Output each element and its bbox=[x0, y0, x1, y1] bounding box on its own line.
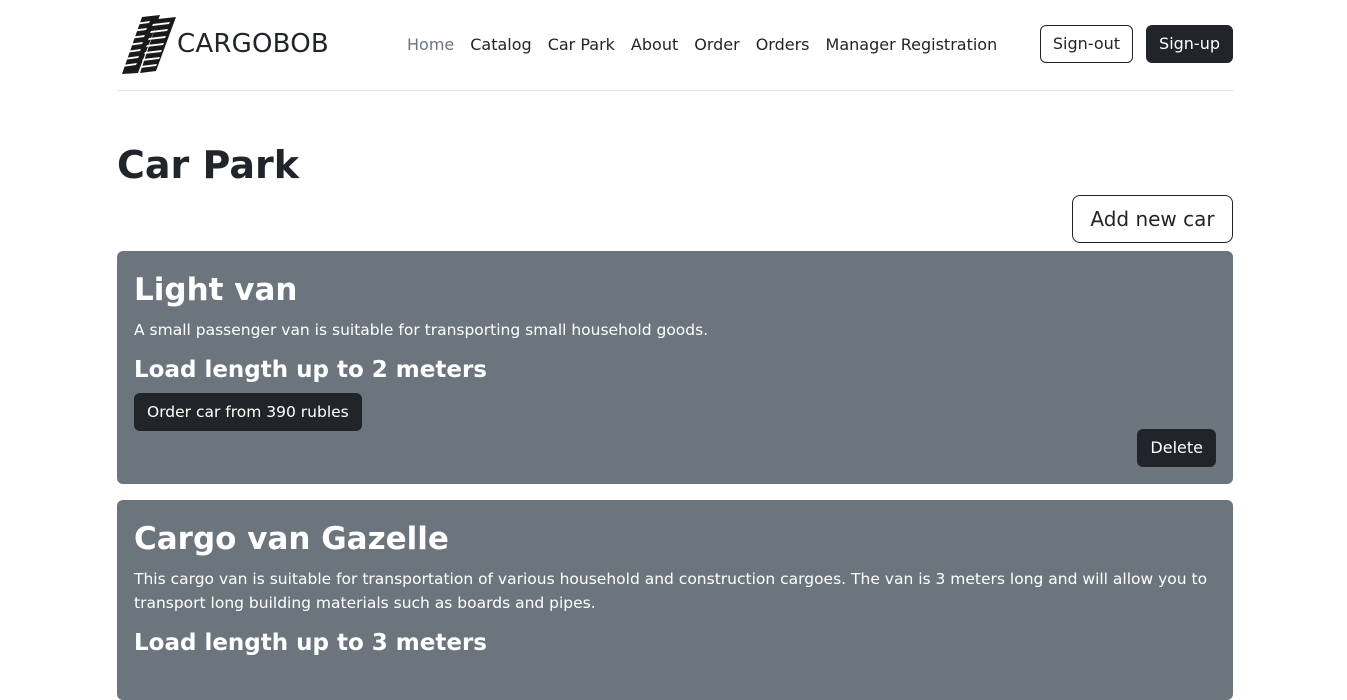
car-load-length: Load length up to 2 meters bbox=[134, 357, 487, 383]
add-new-car-button[interactable]: Add new car bbox=[1072, 195, 1233, 243]
brand-link[interactable]: CARGOBOB bbox=[120, 14, 329, 74]
nav-item-car-park[interactable]: Car Park bbox=[540, 33, 623, 57]
nav-item-about[interactable]: About bbox=[623, 33, 686, 57]
car-card: Light van A small passenger van is suita… bbox=[117, 251, 1233, 484]
nav-item-orders[interactable]: Orders bbox=[748, 33, 818, 57]
car-card: Cargo van Gazelle This cargo van is suit… bbox=[117, 500, 1233, 700]
page-title: Car Park bbox=[117, 143, 299, 187]
brand-name: CARGOBOB bbox=[177, 29, 329, 59]
auth-buttons: Sign-out Sign-up bbox=[1039, 25, 1233, 63]
car-description: This cargo van is suitable for transport… bbox=[134, 570, 1208, 612]
tire-track-logo-icon bbox=[120, 14, 177, 74]
delete-car-button[interactable]: Delete bbox=[1137, 429, 1216, 467]
main-nav: Home Catalog Car Park About Order Orders… bbox=[399, 33, 1005, 57]
site-header: CARGOBOB Home Catalog Car Park About Ord… bbox=[117, 0, 1233, 91]
sign-out-button[interactable]: Sign-out bbox=[1039, 25, 1134, 63]
nav-item-home[interactable]: Home bbox=[399, 33, 462, 57]
nav-item-manager-registration[interactable]: Manager Registration bbox=[818, 33, 1006, 57]
car-load-length: Load length up to 3 meters bbox=[134, 630, 487, 656]
car-title: Light van bbox=[134, 272, 298, 308]
nav-item-catalog[interactable]: Catalog bbox=[462, 33, 539, 57]
car-title: Cargo van Gazelle bbox=[134, 521, 449, 557]
nav-item-order[interactable]: Order bbox=[686, 33, 747, 57]
car-description: A small passenger van is suitable for tr… bbox=[134, 321, 709, 339]
order-car-button[interactable]: Order car from 390 rubles bbox=[134, 393, 362, 431]
sign-up-button[interactable]: Sign-up bbox=[1146, 25, 1233, 63]
